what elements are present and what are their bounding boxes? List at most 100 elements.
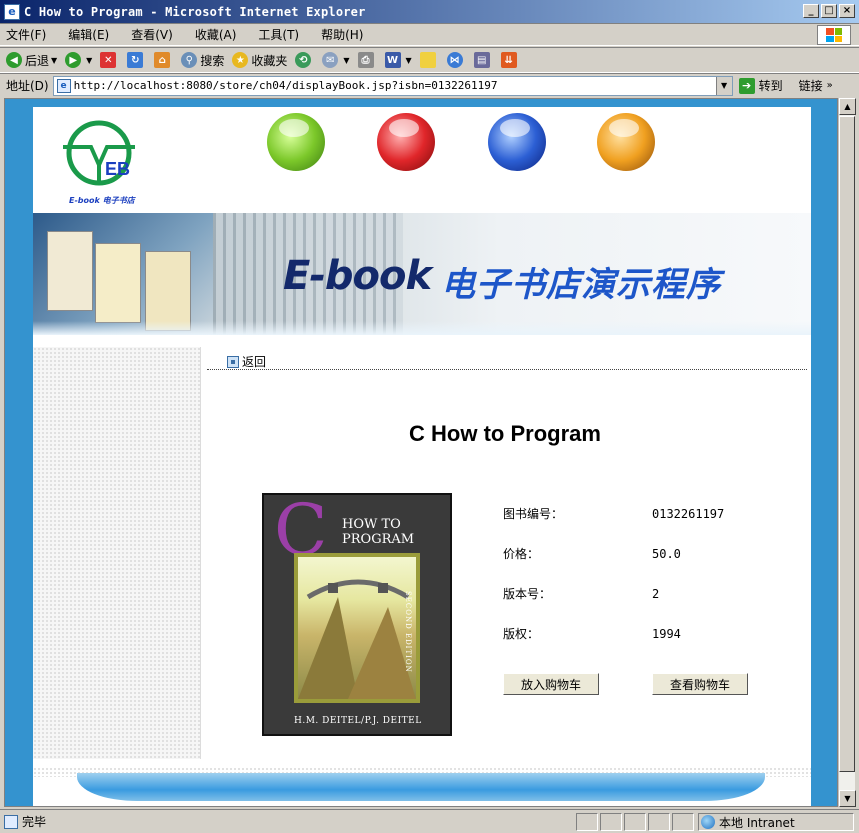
- chevron-down-icon[interactable]: ▼: [51, 56, 57, 65]
- windows-logo-icon: [817, 25, 851, 45]
- status-pane: [648, 813, 670, 831]
- menu-favorites[interactable]: 收藏(A): [195, 26, 237, 43]
- browser-viewport: EB E-book 电子书店 E-book 电子书店演示程序 返回 C How …: [4, 98, 838, 807]
- security-zone: 本地 Intranet: [698, 813, 854, 831]
- back-arrow-icon: ◀: [6, 52, 22, 68]
- word-edit-icon: W: [384, 52, 401, 68]
- share-icon: ⋈: [446, 52, 463, 68]
- cover-line2: PROGRAM: [342, 532, 415, 547]
- toolbar: ◀ 后退 ▼ ▶ ▼ ✕ ↻ ⌂ ⚲ 搜索 ★ 收藏夹 ⟲ ✉ ▼ ⎙ W ▼ …: [0, 47, 859, 73]
- links-button[interactable]: 链接: [799, 77, 823, 94]
- back-link[interactable]: 返回: [227, 353, 266, 370]
- page-icon: e: [56, 78, 71, 93]
- nav-orb-red[interactable]: [377, 113, 435, 171]
- go-label: 转到: [758, 79, 783, 93]
- edit-button[interactable]: W ▼: [384, 52, 412, 68]
- menu-help[interactable]: 帮助(H): [321, 26, 363, 43]
- print-icon: ⎙: [357, 52, 374, 68]
- close-button[interactable]: ×: [839, 4, 855, 18]
- favorites-button[interactable]: ★ 收藏夹: [232, 52, 287, 69]
- ie-page-icon: e: [4, 3, 20, 20]
- minimize-button[interactable]: _: [803, 4, 819, 18]
- menu-edit[interactable]: 编辑(E): [68, 26, 109, 43]
- scroll-up-icon[interactable]: ▲: [839, 98, 856, 115]
- zone-label: 本地 Intranet: [719, 815, 795, 830]
- menu-bar: 文件(F) 编辑(E) 查看(V) 收藏(A) 工具(T) 帮助(H): [0, 24, 859, 46]
- stop-button[interactable]: ✕: [100, 52, 119, 68]
- back-link-icon: [227, 355, 239, 368]
- address-url[interactable]: http://localhost:8080/store/ch04/display…: [74, 79, 498, 92]
- web-page: EB E-book 电子书店 E-book 电子书店演示程序 返回 C How …: [33, 107, 811, 806]
- star-icon: ★: [232, 52, 249, 68]
- menu-file[interactable]: 文件(F): [6, 26, 46, 43]
- nav-orb-orange[interactable]: [597, 113, 655, 171]
- add-to-cart-button[interactable]: 放入购物车: [503, 673, 599, 695]
- footer-band: [77, 773, 765, 801]
- logo-caption: E-book 电子书店: [69, 196, 135, 205]
- download-icon: ⇊: [500, 52, 517, 68]
- scroll-down-icon[interactable]: ▼: [839, 790, 856, 807]
- isbn-label: 图书编号：: [503, 507, 564, 521]
- cover-authors: H.M. DEITEL/P.J. DEITEL: [294, 716, 422, 726]
- status-pane: [624, 813, 646, 831]
- address-input[interactable]: e http://localhost:8080/store/ch04/displ…: [52, 75, 733, 96]
- price-label: 价格：: [503, 547, 540, 561]
- mail-button[interactable]: ✉ ▼: [322, 52, 350, 68]
- edition-value: 2: [652, 587, 660, 601]
- menu-view[interactable]: 查看(V): [131, 26, 173, 43]
- download-button[interactable]: ⇊: [500, 52, 520, 68]
- vertical-scrollbar[interactable]: ▲ ▼: [838, 98, 856, 807]
- copyright-label: 版权：: [503, 627, 540, 641]
- view-cart-button[interactable]: 查看购物车: [652, 673, 748, 695]
- maximize-button[interactable]: □: [821, 4, 837, 18]
- status-panes: [576, 813, 694, 831]
- menu-tools[interactable]: 工具(T): [258, 26, 299, 43]
- cover-edition: SECOND EDITION: [404, 591, 412, 673]
- site-logo[interactable]: EB E-book 电子书店: [61, 117, 141, 205]
- research-button[interactable]: ▤: [473, 52, 493, 68]
- address-dropdown-icon[interactable]: ▼: [715, 76, 732, 95]
- nav-orb-blue[interactable]: [488, 113, 546, 171]
- discuss-button[interactable]: [419, 52, 439, 68]
- forward-button[interactable]: ▶ ▼: [65, 52, 92, 68]
- status-pane: [576, 813, 598, 831]
- stop-icon: ✕: [100, 52, 117, 68]
- logo-letters: EB: [105, 159, 130, 179]
- search-button[interactable]: ⚲ 搜索: [181, 52, 224, 69]
- banner-title-cn: 电子书店演示程序: [441, 265, 721, 305]
- go-arrow-icon: ➔: [738, 77, 755, 94]
- address-label: 地址(D): [6, 79, 49, 93]
- note-icon: [419, 52, 436, 68]
- refresh-button[interactable]: ↻: [127, 52, 146, 68]
- home-button[interactable]: ⌂: [154, 52, 173, 68]
- scroll-thumb[interactable]: [839, 116, 855, 772]
- chevron-down-icon[interactable]: ▼: [406, 56, 412, 65]
- search-icon: ⚲: [181, 52, 198, 68]
- favorites-label: 收藏夹: [251, 53, 288, 68]
- sidebar: [33, 347, 201, 759]
- back-button[interactable]: ◀ 后退 ▼: [6, 52, 57, 69]
- back-link-label[interactable]: 返回: [242, 353, 266, 370]
- status-text: 完毕: [22, 815, 47, 829]
- copyright-value: 1994: [652, 627, 681, 641]
- dotted-divider: [207, 369, 807, 370]
- history-button[interactable]: ⟲: [295, 52, 314, 68]
- chevron-down-icon[interactable]: ▼: [86, 56, 92, 65]
- title-bar: e C How to Program - Microsoft Internet …: [0, 0, 859, 24]
- chevron-down-icon[interactable]: ▼: [343, 56, 349, 65]
- print-button[interactable]: ⎙: [357, 52, 377, 68]
- nav-orb-green[interactable]: [267, 113, 325, 171]
- banner-books-image: [33, 213, 213, 335]
- book-title: C How to Program: [409, 421, 601, 446]
- go-button[interactable]: ➔ 转到: [738, 77, 783, 94]
- share-button[interactable]: ⋈: [446, 52, 466, 68]
- cover-line1: HOW TO: [342, 517, 401, 532]
- status-bar: 完毕 本地 Intranet: [0, 809, 859, 833]
- edition-label: 版本号：: [503, 587, 552, 601]
- banner-title-en: E-book: [283, 253, 432, 299]
- site-footer: [33, 767, 811, 806]
- forward-arrow-icon: ▶: [65, 52, 82, 68]
- price-value: 50.0: [652, 547, 681, 561]
- site-header: EB E-book 电子书店: [33, 107, 811, 211]
- chevron-right-icon[interactable]: »: [827, 80, 833, 91]
